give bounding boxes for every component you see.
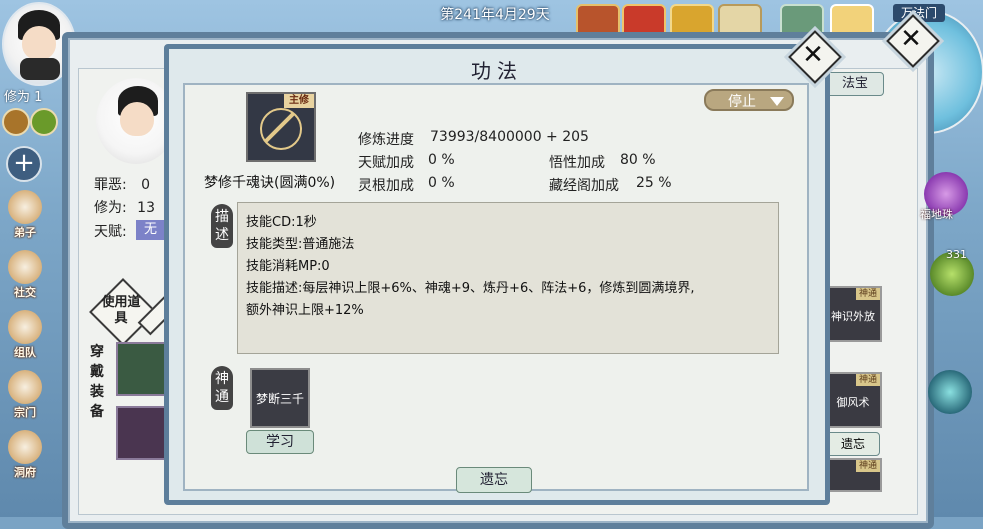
herb-icon[interactable] <box>30 108 58 136</box>
main-skill-tag: 主修 <box>284 94 314 108</box>
sidebar-item-sect[interactable]: 宗门 <box>2 368 48 422</box>
bonus-value: 25 % <box>636 175 672 191</box>
sidebar-item-cave[interactable]: 洞府 <box>2 428 48 482</box>
forget-small-button[interactable]: 遗忘 <box>826 432 880 456</box>
desc-line: 技能消耗MP:0 <box>246 259 330 274</box>
stat-talent: 天赋: <box>94 224 127 240</box>
stat-sin: 罪恶: 0 <box>94 177 151 193</box>
desc-line: 技能描述:每层神识上限+6%、神魂+9、炼丹+6、阵法+6，修炼到圆满境界, <box>246 281 695 296</box>
divine-art-name: 梦断三千 <box>255 392 304 406</box>
chevron-down-icon <box>770 97 784 106</box>
learn-button[interactable]: 学习 <box>246 430 314 454</box>
tab-treasure[interactable]: 法宝 <box>826 72 884 96</box>
bonus-value: 0 % <box>428 175 455 191</box>
card-tag: 神通 <box>856 288 880 300</box>
tab-description[interactable]: 描述 <box>211 204 233 248</box>
wear-equip-tab[interactable]: 穿戴装备 <box>86 342 108 422</box>
desc-line: 额外神识上限+12% <box>246 303 364 318</box>
skill-name: 梦修千魂诀(圆满0%) <box>204 175 336 191</box>
progress-label: 修炼进度 <box>358 132 414 148</box>
close-icon[interactable]: ✕ <box>796 38 830 72</box>
skill-card[interactable]: 神通 <box>824 458 882 492</box>
forget-button[interactable]: 遗忘 <box>456 467 532 493</box>
skill-card[interactable]: 神通 神识外放 <box>824 286 882 342</box>
bonus-value: 0 % <box>428 152 455 168</box>
skill-card[interactable]: 神通 御风术 <box>824 372 882 428</box>
sidebar-item-social[interactable]: 社交 <box>2 248 48 302</box>
sidebar-item-disciples[interactable]: 弟子 <box>2 188 48 242</box>
card-name: 神识外放 <box>831 310 875 323</box>
card-tag: 神通 <box>856 374 880 386</box>
pill-icon[interactable] <box>2 108 30 136</box>
sidebar-item-label: 社交 <box>14 286 36 299</box>
sidebar-item-label: 宗门 <box>14 406 36 419</box>
card-tag: 神通 <box>856 460 880 472</box>
progress-value: 73993/8400000 + 205 <box>430 129 589 145</box>
divine-art-card[interactable]: 梦断三千 <box>250 368 310 428</box>
sidebar-item-label: 组队 <box>14 346 36 359</box>
panel-title: 功法 <box>471 59 523 83</box>
game-date: 第241年4月29天 <box>440 7 550 23</box>
treasure-label: 福地珠 <box>920 208 953 221</box>
social-icon <box>8 250 42 284</box>
sidebar-item-label: 洞府 <box>14 466 36 479</box>
disciple-icon <box>8 190 42 224</box>
bonus-label: 悟性加成 <box>549 155 605 171</box>
team-icon <box>8 310 42 344</box>
close-icon[interactable]: ✕ <box>894 22 928 56</box>
cultivation-level: 修为 1 <box>4 90 43 105</box>
sidebar-item-label: 弟子 <box>14 226 36 239</box>
bonus-label: 藏经阁加成 <box>549 178 619 194</box>
card-name: 御风术 <box>836 396 870 409</box>
cave-icon <box>8 430 42 464</box>
stop-button[interactable]: 停止 <box>704 89 794 111</box>
sect-icon <box>8 370 42 404</box>
bonus-label: 灵根加成 <box>358 178 414 194</box>
equip-slot-armor[interactable] <box>116 342 166 396</box>
equip-slot-weapon[interactable] <box>116 406 166 460</box>
stat-cultivation: 修为: 13 <box>94 200 155 216</box>
main-skill-icon[interactable]: 主修 <box>246 92 316 162</box>
bonus-label: 天赋加成 <box>358 155 414 171</box>
add-button[interactable]: + <box>6 146 42 182</box>
tab-divine-art[interactable]: 神通 <box>211 366 233 410</box>
desc-line: 技能类型:普通施法 <box>246 237 355 252</box>
description-box: 技能CD:1秒 技能类型:普通施法 技能消耗MP:0 技能描述:每层神识上限+6… <box>237 202 779 354</box>
wind-icon[interactable] <box>928 370 972 414</box>
desc-line: 技能CD:1秒 <box>246 215 317 230</box>
bonus-value: 80 % <box>620 152 656 168</box>
resource-count: 331 <box>946 248 967 261</box>
sidebar-item-team[interactable]: 组队 <box>2 308 48 362</box>
